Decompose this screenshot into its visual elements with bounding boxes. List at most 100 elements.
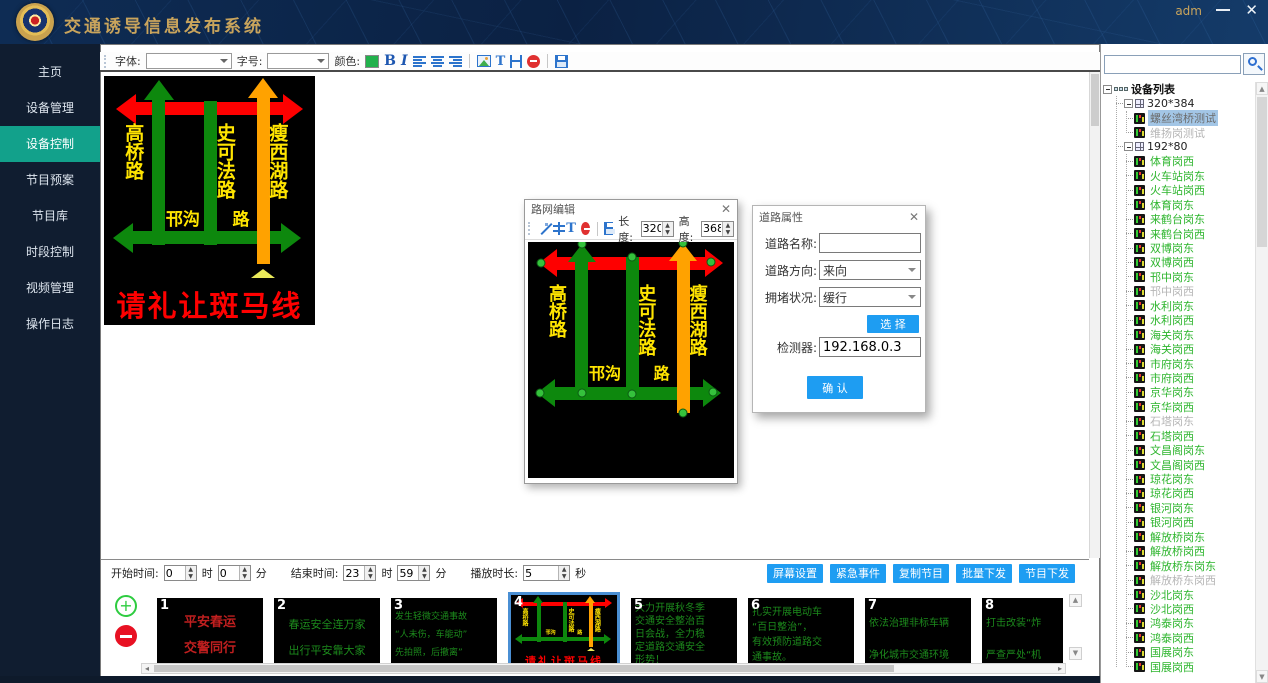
schedule-action-button[interactable]: 复制节目 — [893, 564, 949, 583]
collapse-icon[interactable] — [1103, 85, 1112, 94]
step-up-icon[interactable]: ▲ — [365, 566, 375, 573]
step-down-icon[interactable]: ▼ — [723, 229, 733, 236]
align-left-icon[interactable] — [413, 56, 426, 67]
device-node[interactable]: 石塔岗东 — [1122, 414, 1255, 428]
program-thumbnail[interactable]: 6扎实开展电动车“百日整治”，有效预防道路交通事故。 — [748, 598, 854, 666]
sidebar-item[interactable]: 设备管理 — [0, 90, 100, 126]
start-hour-input[interactable] — [165, 566, 185, 580]
sidebar-item[interactable]: 设备控制 — [0, 126, 100, 162]
end-minute-input[interactable] — [398, 566, 418, 580]
device-node[interactable]: 银河岗西 — [1122, 515, 1255, 529]
delete-icon[interactable] — [581, 222, 590, 235]
device-node[interactable]: 来鹤台岗西 — [1122, 226, 1255, 240]
device-node[interactable]: 双博岗东 — [1122, 241, 1255, 255]
traffic-sign-preview[interactable]: 高桥路史可法路瘦西湖路邗沟路请礼让斑马线 — [104, 76, 315, 325]
start-hour-stepper[interactable]: ▲▼ — [164, 565, 197, 581]
device-node[interactable]: 解放桥东岗东 — [1122, 558, 1255, 572]
scroll-up-icon[interactable]: ▲ — [1256, 82, 1268, 95]
height-input[interactable] — [702, 222, 722, 236]
italic-icon[interactable]: I — [401, 53, 408, 69]
step-down-icon[interactable]: ▼ — [365, 573, 375, 580]
delete-icon[interactable] — [527, 55, 540, 68]
step-down-icon[interactable]: ▼ — [663, 229, 673, 236]
program-thumbnail[interactable]: 7依法治理非标车辆净化城市交通环境 — [865, 598, 971, 666]
program-thumbnail[interactable]: 1平安春运交警同行 — [157, 598, 263, 666]
close-icon[interactable]: ✕ — [909, 210, 919, 224]
device-node[interactable]: 火车站岗东 — [1122, 169, 1255, 183]
device-node[interactable]: 京华岗东 — [1122, 385, 1255, 399]
insert-text-icon[interactable]: T — [566, 222, 576, 235]
minimize-icon[interactable] — [1216, 9, 1230, 11]
step-down-icon[interactable]: ▼ — [186, 573, 196, 580]
scroll-up-icon[interactable]: ▲ — [1069, 594, 1082, 607]
align-right-icon[interactable] — [449, 56, 462, 67]
sidebar-item[interactable]: 主页 — [0, 54, 100, 90]
dialog-titlebar[interactable]: 道路属性 ✕ — [753, 206, 925, 228]
device-group[interactable]: 192*80 — [1112, 140, 1255, 154]
device-node[interactable]: 石塔岗西 — [1122, 429, 1255, 443]
confirm-button[interactable]: 确 认 — [807, 376, 863, 399]
font-family-dropdown[interactable] — [146, 53, 232, 69]
save-icon[interactable] — [555, 55, 568, 68]
sidebar-item[interactable]: 时段控制 — [0, 234, 100, 270]
device-node[interactable]: 沙北岗西 — [1122, 602, 1255, 616]
tree-root[interactable]: 设备列表 — [1103, 82, 1255, 96]
device-node[interactable]: 国展岗西 — [1122, 660, 1255, 674]
scroll-right-icon[interactable]: ▸ — [1055, 664, 1065, 673]
device-node[interactable]: 文昌阁岗东 — [1122, 443, 1255, 457]
control-point[interactable] — [628, 389, 637, 398]
sidebar-item[interactable]: 节目库 — [0, 198, 100, 234]
step-up-icon[interactable]: ▲ — [419, 566, 429, 573]
device-node[interactable]: 鸿泰岗东 — [1122, 616, 1255, 630]
step-down-icon[interactable]: ▼ — [240, 573, 250, 580]
device-node[interactable]: 京华岗西 — [1122, 400, 1255, 414]
align-center-icon[interactable] — [431, 56, 444, 67]
device-node[interactable]: 琼花岗东 — [1122, 472, 1255, 486]
device-node[interactable]: 海关岗东 — [1122, 327, 1255, 341]
scrollbar-thumb[interactable] — [154, 665, 894, 672]
device-node[interactable]: 体育岗东 — [1122, 198, 1255, 212]
device-node[interactable]: 琼花岗西 — [1122, 486, 1255, 500]
device-node[interactable]: 国展岗东 — [1122, 645, 1255, 659]
road-network-canvas[interactable]: 高桥路史可法路瘦西湖路邗沟路 — [528, 242, 734, 478]
draw-road-icon[interactable] — [539, 222, 548, 236]
device-node[interactable]: 螺丝湾桥测试 — [1122, 111, 1255, 125]
device-node[interactable]: 鸿泰岗西 — [1122, 631, 1255, 645]
device-node[interactable]: 银河岗东 — [1122, 501, 1255, 515]
canvas-vertical-scrollbar[interactable] — [1089, 72, 1100, 558]
control-point[interactable] — [536, 389, 545, 398]
duration-input[interactable] — [524, 566, 558, 580]
end-hour-stepper[interactable]: ▲▼ — [343, 565, 376, 581]
step-down-icon[interactable]: ▼ — [559, 573, 569, 580]
device-node[interactable]: 解放桥岗西 — [1122, 544, 1255, 558]
select-detector-button[interactable]: 选 择 — [867, 315, 919, 333]
height-stepper[interactable]: ▲▼ — [701, 221, 734, 237]
scrollbar-thumb[interactable] — [1257, 97, 1267, 247]
duration-stepper[interactable]: ▲▼ — [523, 565, 570, 581]
close-icon[interactable]: ✕ — [721, 202, 731, 216]
playlist-horizontal-scrollbar[interactable]: ◂ ▸ — [141, 663, 1066, 674]
device-node[interactable]: 维扬岗测试 — [1122, 125, 1255, 139]
control-point[interactable] — [679, 409, 688, 418]
step-up-icon[interactable]: ▲ — [723, 222, 733, 229]
step-up-icon[interactable]: ▲ — [663, 222, 673, 229]
device-group[interactable]: 320*384 — [1112, 96, 1255, 110]
step-up-icon[interactable]: ▲ — [186, 566, 196, 573]
control-point[interactable] — [537, 259, 546, 268]
step-up-icon[interactable]: ▲ — [240, 566, 250, 573]
device-node[interactable]: 体育岗西 — [1122, 154, 1255, 168]
sidebar-item[interactable]: 操作日志 — [0, 306, 100, 342]
device-node[interactable]: 市府岗西 — [1122, 371, 1255, 385]
font-size-dropdown[interactable] — [267, 53, 329, 69]
control-point[interactable] — [628, 252, 637, 261]
congestion-select[interactable]: 缓行 — [819, 287, 921, 307]
fit-width-icon[interactable] — [510, 55, 522, 68]
device-node[interactable]: 邗中岗东 — [1122, 270, 1255, 284]
detector-input[interactable] — [819, 337, 921, 357]
step-up-icon[interactable]: ▲ — [559, 566, 569, 573]
step-down-icon[interactable]: ▼ — [419, 573, 429, 580]
device-node[interactable]: 文昌阁岗西 — [1122, 457, 1255, 471]
playlist-vertical-scrollbar[interactable]: ▲▼ — [1069, 594, 1083, 660]
program-thumbnail[interactable]: 2春运安全连万家出行平安靠大家 — [274, 598, 380, 666]
device-node[interactable]: 解放桥东岗西 — [1122, 573, 1255, 587]
